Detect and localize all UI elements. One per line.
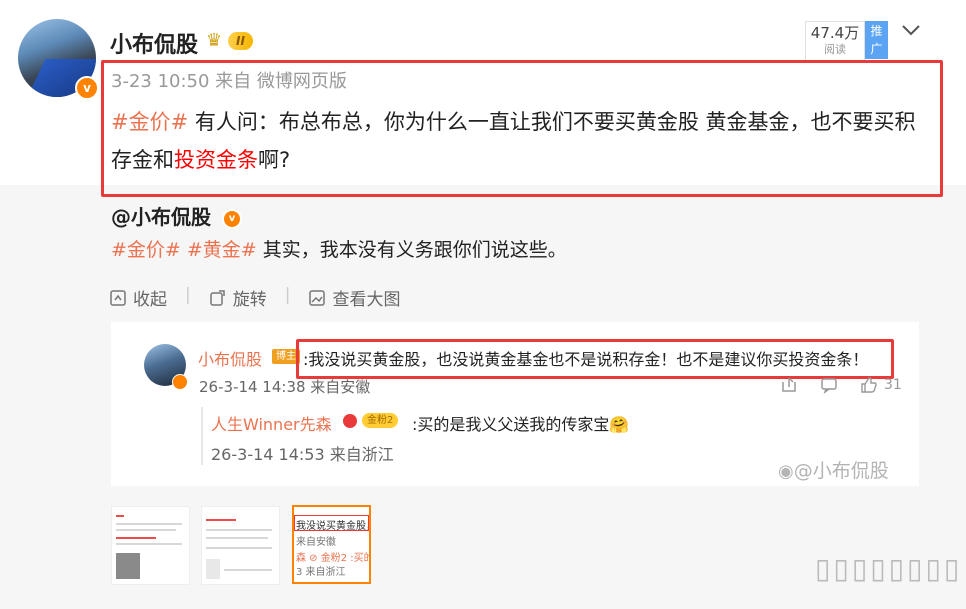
rotate-button[interactable]: 旋转 bbox=[209, 285, 267, 310]
post-text-part2: 啊? bbox=[258, 148, 291, 172]
watermark: ◉@小布侃股 bbox=[778, 456, 889, 483]
level-badge: II bbox=[228, 32, 253, 50]
hashtag-link[interactable]: #金价# bbox=[111, 239, 181, 261]
badge-icon bbox=[343, 414, 357, 428]
thumbnail-3[interactable]: 我没说买黄金股，也没 来自安徽 森 ⊘ 金粉2 :买的是 3 来自浙江 bbox=[292, 505, 371, 584]
thumb-text-2: 来自安徽 bbox=[296, 537, 336, 548]
post-meta: 3-23 10:50 来自 微博网页版 bbox=[111, 71, 347, 92]
watermark-text: @小布侃股 bbox=[793, 460, 889, 482]
hashtag-link[interactable]: #金价# bbox=[111, 110, 188, 134]
highlight-box-quote bbox=[296, 339, 894, 379]
thumbnail-2[interactable] bbox=[201, 506, 280, 585]
weibo-logo-icon: ◉ bbox=[778, 461, 794, 482]
chevron-down-icon[interactable] bbox=[899, 22, 923, 40]
read-label: 阅读 bbox=[824, 43, 846, 56]
image-icon bbox=[309, 289, 326, 306]
more-indicator: ▯▯▯▯▯▯▯▯ bbox=[815, 552, 963, 585]
reply-text: :买的是我义父送我的传家宝🤗 bbox=[412, 415, 630, 434]
reply-username: 人生Winner先森 bbox=[211, 415, 332, 434]
divider: | bbox=[284, 285, 291, 305]
username[interactable]: 小布侃股 bbox=[110, 27, 198, 59]
retweet-user[interactable]: @小布侃股 v bbox=[111, 201, 242, 230]
read-count-box: 47.4万 阅读 bbox=[805, 21, 865, 61]
like-count: 31 bbox=[884, 377, 902, 393]
inner-time: 26-3-14 14:38 来自安徽 bbox=[199, 378, 371, 396]
rotate-icon bbox=[209, 289, 225, 306]
post-text-highlight: 投资金条 bbox=[174, 148, 258, 172]
thumb-text-3: 森 ⊘ 金粉2 :买的是 bbox=[296, 553, 369, 564]
retweet-text: #金价# #黄金# 其实，我本没有义务跟你们说这些。 bbox=[111, 235, 567, 262]
thumbs-up-icon bbox=[861, 377, 877, 393]
inner-username: 小布侃股 bbox=[198, 350, 263, 369]
share-icon bbox=[782, 377, 796, 392]
divider: | bbox=[185, 285, 191, 305]
thumbnail-1[interactable] bbox=[111, 506, 190, 585]
rotate-label: 旋转 bbox=[232, 290, 267, 310]
verified-icon bbox=[172, 374, 188, 390]
fan-badge: 金粉2 bbox=[362, 413, 399, 428]
hashtag-link[interactable]: #黄金# bbox=[187, 239, 257, 261]
collapse-label: 收起 bbox=[133, 290, 167, 310]
collapse-icon bbox=[110, 289, 126, 306]
view-large-label: 查看大图 bbox=[332, 290, 401, 310]
verified-icon: v bbox=[221, 208, 242, 229]
promo-button[interactable]: 推广 bbox=[865, 21, 888, 59]
retweet-user-name[interactable]: @小布侃股 bbox=[111, 205, 211, 229]
verified-icon: v bbox=[75, 76, 99, 100]
thumb-text-4: 3 来自浙江 bbox=[296, 567, 346, 578]
reply-divider bbox=[201, 407, 203, 465]
crown-icon: ♛ bbox=[206, 30, 223, 51]
image-actions: 收起 | 旋转 | 查看大图 bbox=[109, 285, 400, 310]
post-text: #金价# 有人问：布总布总，你为什么一直让我们不要买黄金股 黄金基金，也不要买积… bbox=[111, 103, 931, 179]
promo-label: 推广 bbox=[870, 24, 883, 56]
collapse-button[interactable]: 收起 bbox=[109, 285, 167, 310]
comment-icon bbox=[821, 378, 837, 394]
like-group: 31 bbox=[860, 376, 902, 394]
retweet-body: 其实，我本没有义务跟你们说这些。 bbox=[256, 239, 567, 261]
view-large-button[interactable]: 查看大图 bbox=[308, 285, 400, 310]
reply-time: 26-3-14 14:53 来自浙江 bbox=[211, 445, 394, 464]
read-count: 47.4万 bbox=[810, 24, 860, 42]
inner-actions: 31 bbox=[780, 376, 902, 394]
